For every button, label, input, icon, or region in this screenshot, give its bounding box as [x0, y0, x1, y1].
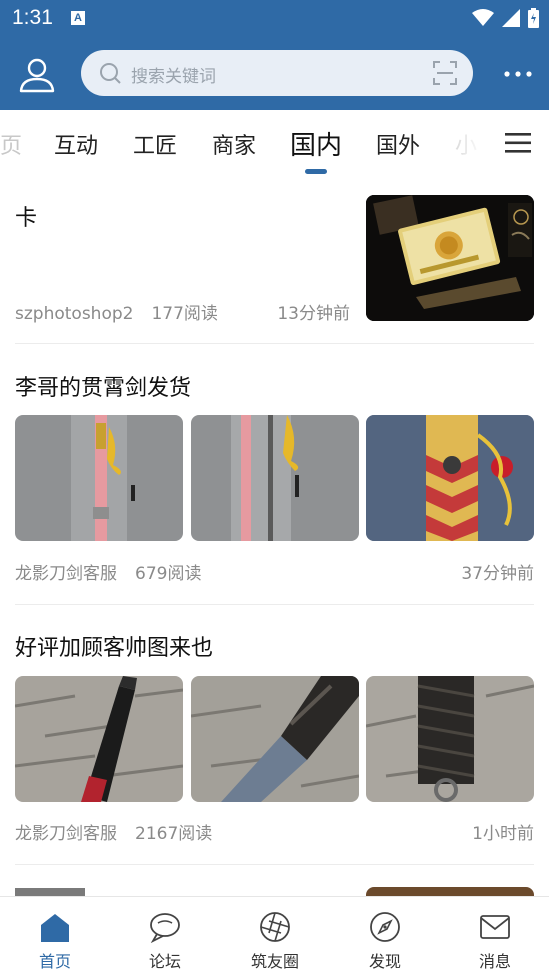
nav-messages-label: 消息 — [478, 952, 511, 971]
post-image[interactable] — [15, 676, 183, 802]
nav-home[interactable]: 首页 — [0, 897, 110, 977]
nav-discover-label: 发现 — [368, 952, 401, 971]
post-author: 龙影刀剑客服 — [15, 824, 117, 844]
home-icon — [41, 914, 69, 942]
post-author: szphotoshop2 — [15, 304, 134, 324]
sword-photo — [15, 415, 183, 541]
post-image[interactable] — [366, 676, 534, 802]
sword-photo — [191, 415, 359, 541]
channel-tabs: 页 互动 工匠 商家 国内 国外 小 — [0, 110, 549, 178]
nav-discover[interactable]: 发现 — [330, 897, 440, 977]
tab-fade — [440, 110, 495, 178]
aperture-icon — [260, 912, 290, 942]
nav-circle-label: 筑友圈 — [250, 952, 299, 971]
sword-hilt-photo — [366, 415, 534, 541]
nav-circle[interactable]: 筑友圈 — [220, 897, 330, 977]
search-bar[interactable]: 搜索关键词 — [81, 50, 473, 96]
app-header: 1:31 A 搜索关键词 — [0, 0, 549, 110]
partial-thumbnail — [366, 887, 534, 896]
post-time: 37分钟前 — [461, 564, 534, 584]
knife-photo — [191, 676, 359, 802]
user-icon[interactable] — [18, 56, 56, 94]
partial-title — [15, 888, 85, 896]
chat-bubble-icon — [150, 913, 180, 943]
tab-domestic[interactable]: 国内 — [290, 125, 342, 162]
post-image[interactable] — [191, 415, 359, 541]
post-image[interactable] — [15, 415, 183, 541]
nav-forum-label: 论坛 — [148, 952, 181, 971]
post-title: 卡 — [15, 206, 38, 231]
post-divider — [15, 864, 534, 865]
search-icon — [100, 63, 121, 84]
menu-icon[interactable] — [505, 132, 531, 154]
status-time: 1:31 — [12, 6, 53, 29]
more-icon[interactable] — [503, 65, 533, 83]
post-divider — [15, 604, 534, 605]
notification-a-icon: A — [71, 11, 85, 25]
search-placeholder: 搜索关键词 — [131, 67, 216, 87]
tab-home-partial[interactable]: 页 — [0, 128, 22, 160]
post-image[interactable] — [366, 415, 534, 541]
signal-icon — [502, 9, 520, 27]
post-time: 1小时前 — [472, 824, 534, 844]
post-time: 13分钟前 — [277, 304, 350, 324]
card-photo — [366, 195, 534, 321]
active-tab-indicator — [305, 169, 327, 174]
mail-icon — [480, 915, 510, 939]
news-feed: 卡 szphotoshop2 177阅读 13分钟前 李哥的贯霄剑发货 龙影刀剑… — [0, 178, 549, 896]
search-header: 搜索关键词 — [0, 38, 549, 110]
post-reads: 2167阅读 — [135, 824, 213, 844]
post-meta: szphotoshop2 177阅读 — [15, 299, 236, 324]
status-bar: 1:31 A — [0, 0, 549, 38]
tab-interaction[interactable]: 互动 — [54, 128, 98, 160]
knife-photo — [15, 676, 183, 802]
tab-merchant[interactable]: 商家 — [212, 128, 256, 160]
post-title: 好评加顾客帅图来也 — [15, 636, 214, 661]
post-author: 龙影刀剑客服 — [15, 564, 117, 584]
scan-icon[interactable] — [433, 61, 457, 85]
tab-craftsman[interactable]: 工匠 — [133, 128, 177, 160]
bottom-navigation: 首页 论坛 筑友圈 发现 消息 — [0, 896, 549, 977]
knife-handle-photo — [366, 676, 534, 802]
nav-messages[interactable]: 消息 — [440, 897, 549, 977]
status-icons — [472, 8, 539, 28]
post-reads: 177阅读 — [151, 304, 218, 324]
post-divider — [15, 343, 534, 344]
post-image[interactable] — [191, 676, 359, 802]
compass-icon — [370, 912, 400, 942]
post-title: 李哥的贯霄剑发货 — [15, 376, 192, 401]
post-meta: 龙影刀剑客服 679阅读 — [15, 559, 219, 584]
post-meta: 龙影刀剑客服 2167阅读 — [15, 819, 230, 844]
post-thumbnail[interactable] — [366, 195, 534, 321]
tab-foreign[interactable]: 国外 — [376, 128, 420, 160]
post-reads: 679阅读 — [135, 564, 202, 584]
battery-icon — [528, 8, 539, 28]
wifi-icon — [472, 9, 494, 26]
nav-forum[interactable]: 论坛 — [110, 897, 220, 977]
nav-home-label: 首页 — [38, 952, 71, 971]
